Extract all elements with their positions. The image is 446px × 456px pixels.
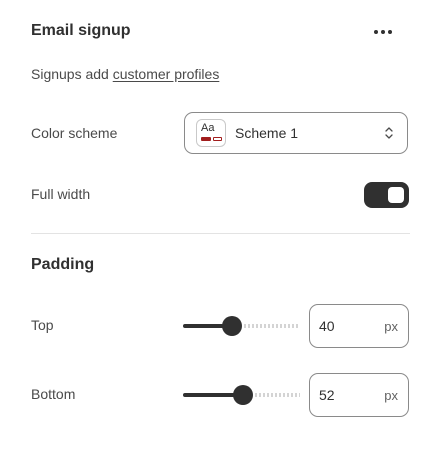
padding-bottom-input[interactable]: 52 px — [309, 373, 409, 417]
toggle-knob — [388, 187, 404, 203]
padding-bottom-value: 52 — [319, 387, 335, 403]
color-scheme-select[interactable]: Aa Scheme 1 — [184, 112, 408, 154]
padding-bottom-slider[interactable] — [183, 385, 300, 405]
color-scheme-label: Color scheme — [31, 125, 118, 141]
slider-track-rest — [255, 393, 300, 397]
select-chevrons-icon — [385, 127, 393, 139]
padding-top-input[interactable]: 40 px — [309, 304, 409, 348]
slider-thumb[interactable] — [233, 385, 253, 405]
padding-top-value: 40 — [319, 318, 335, 334]
padding-top-slider[interactable] — [183, 316, 300, 336]
section-title: Email signup — [31, 22, 131, 39]
color-scheme-value: Scheme 1 — [235, 125, 299, 141]
swatch-outline-bar — [213, 137, 222, 141]
padding-bottom-unit: px — [384, 387, 398, 403]
color-scheme-swatch: Aa — [196, 119, 226, 147]
signups-prefix: Signups add — [31, 66, 113, 82]
full-width-label: Full width — [31, 186, 91, 202]
email-signup-settings-panel: Email signup Signups add customer profil… — [0, 0, 446, 456]
customer-profiles-link[interactable]: customer profiles — [113, 66, 220, 82]
divider — [31, 233, 410, 234]
padding-top-unit: px — [384, 318, 398, 334]
slider-track-rest — [244, 324, 300, 328]
signups-description: Signups add customer profiles — [31, 66, 219, 82]
padding-top-label: Top — [31, 317, 54, 333]
swatch-primary-bar — [201, 137, 211, 141]
padding-bottom-label: Bottom — [31, 386, 76, 402]
padding-title: Padding — [31, 256, 95, 273]
more-horizontal-icon — [374, 30, 392, 34]
slider-thumb[interactable] — [222, 316, 242, 336]
more-actions-button[interactable] — [366, 20, 400, 44]
full-width-toggle[interactable] — [364, 182, 409, 208]
swatch-text: Aa — [201, 122, 215, 134]
